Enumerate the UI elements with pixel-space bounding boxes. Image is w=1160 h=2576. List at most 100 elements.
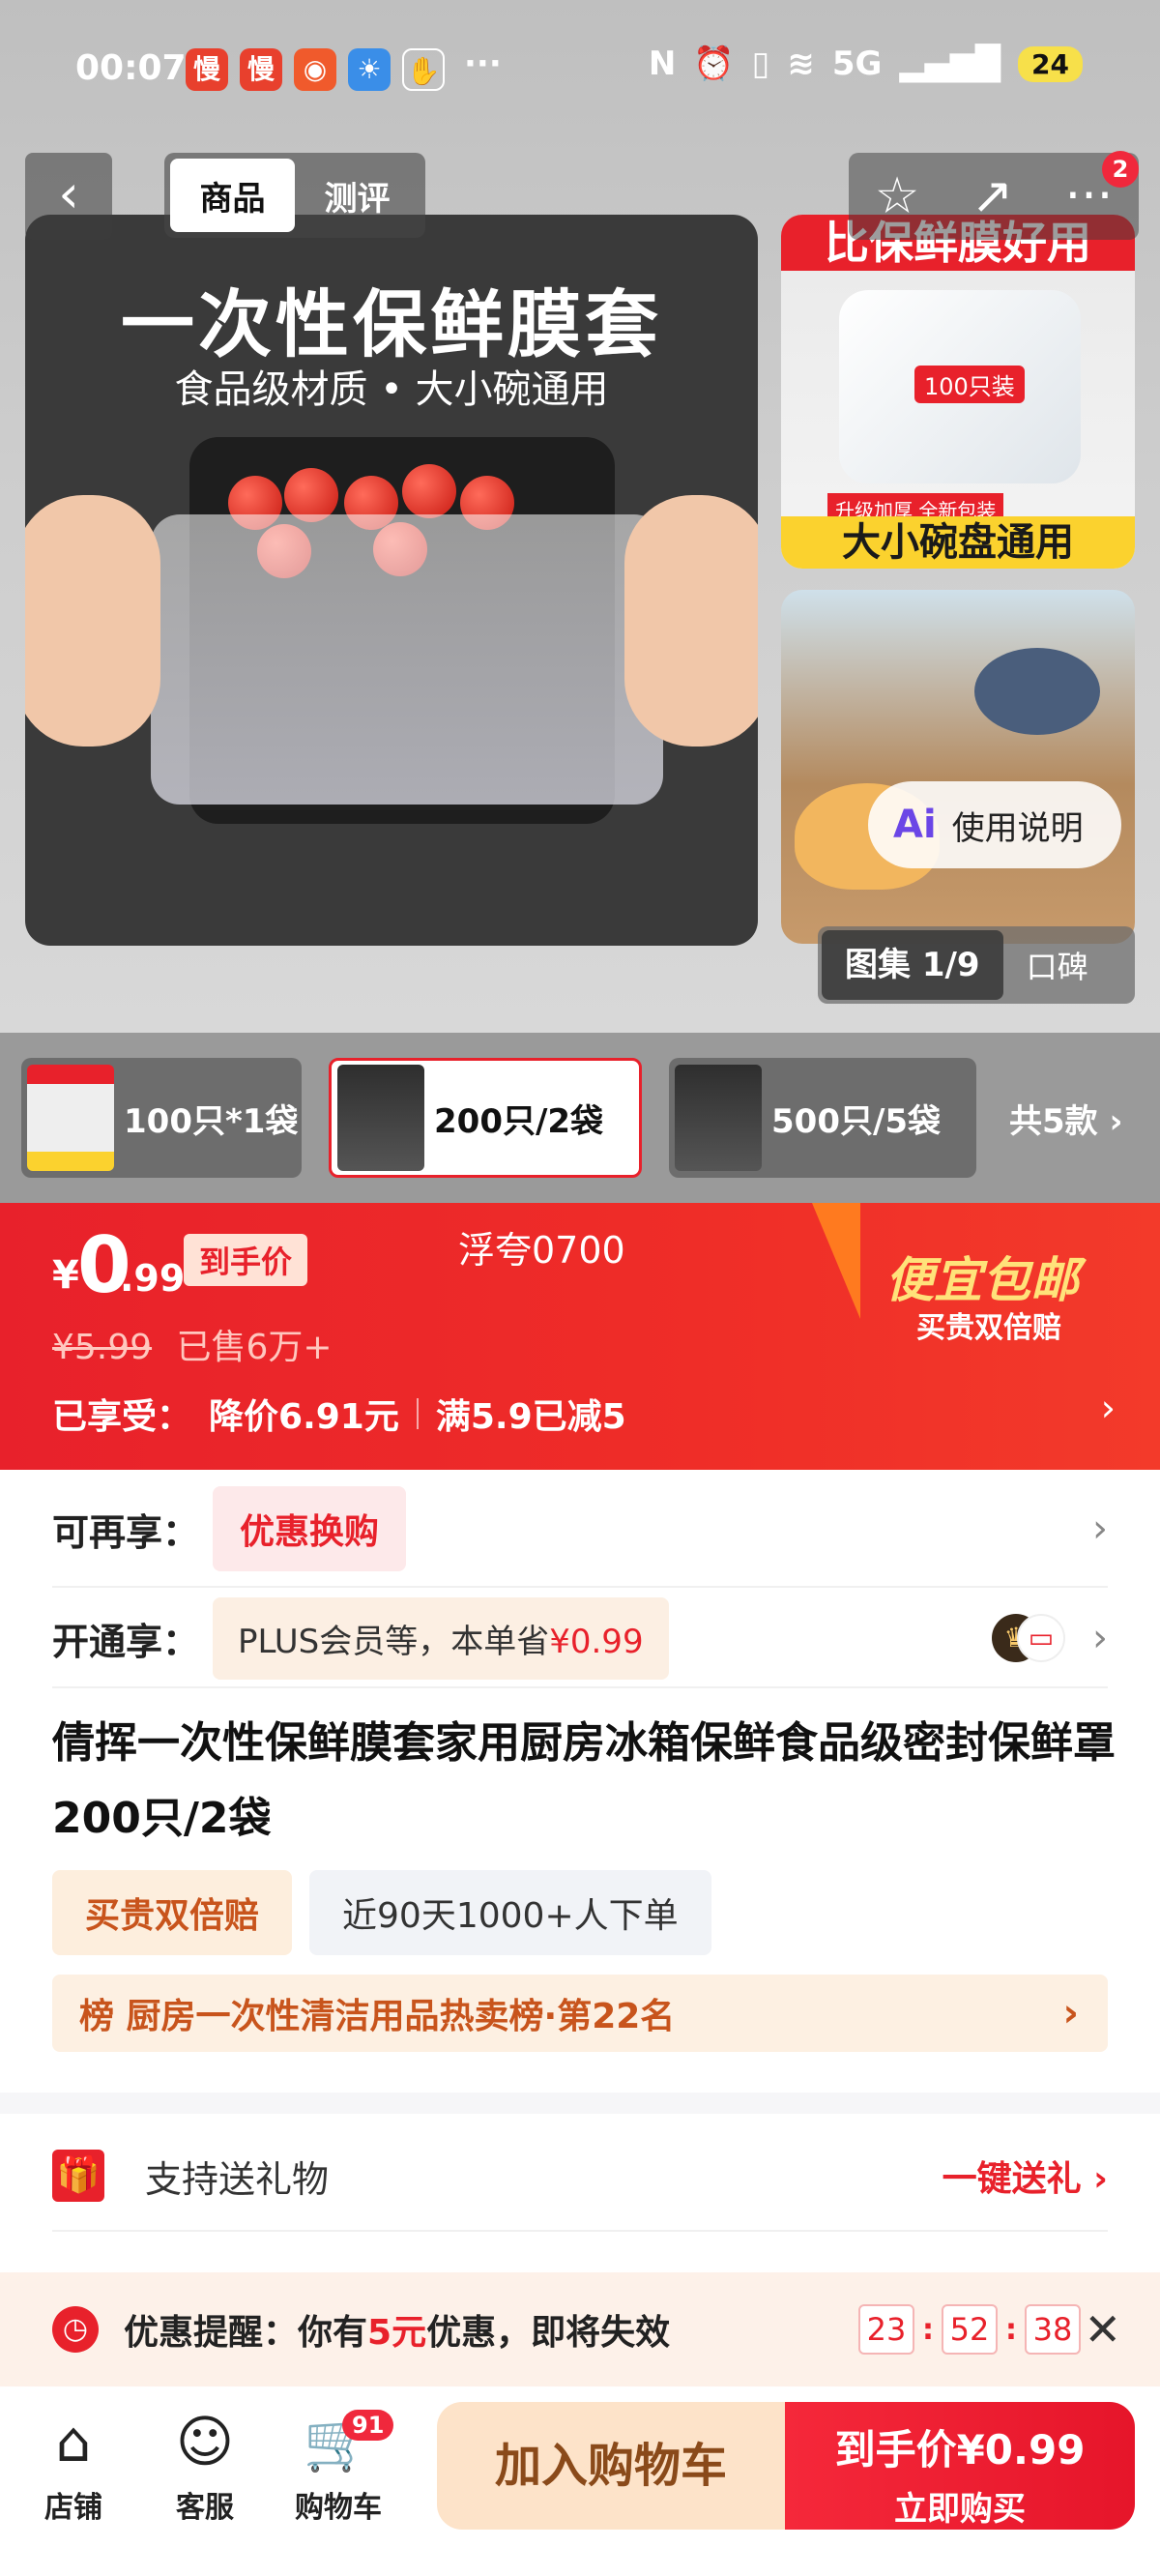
variant-thumbnail — [337, 1065, 424, 1171]
back-button[interactable]: ‹ — [25, 153, 112, 240]
reminder-suffix: 优惠，即将失效 — [426, 2313, 671, 2353]
timer-minutes: 52 — [942, 2304, 998, 2355]
tab-review[interactable]: 测评 — [295, 159, 420, 232]
extra-offer-row[interactable]: 可再享： 优惠换购 › — [52, 1485, 1108, 1572]
usage-guide-label: 使用说明 — [951, 808, 1084, 848]
chevron-right-icon: › — [1092, 1507, 1108, 1551]
app-notification-icon: 慢 — [240, 48, 282, 91]
notification-badge: 2 — [1102, 151, 1139, 188]
header-tabs: 商品 测评 — [164, 153, 425, 238]
store-icon: ⌂ — [55, 2409, 92, 2474]
status-bar: 00:07 慢 慢 ◉ ☀ ✋ ··· N ⏰ ▯ ≋ 5G ▂▄▆█ 24 — [0, 39, 1160, 106]
free-shipping-badge[interactable]: 便宜包邮 买贵双倍赔 — [812, 1203, 1160, 1358]
add-to-cart-button[interactable]: 加入购物车 — [437, 2402, 785, 2530]
close-icon[interactable]: ✕ — [1084, 2303, 1121, 2356]
hand-illustration — [624, 495, 758, 746]
all-variants-label: 共5款 — [1009, 1101, 1098, 1141]
clock-icon: ◷ — [52, 2306, 99, 2353]
bowl-illustration — [974, 648, 1100, 735]
customer-service-button[interactable]: ☺ 客服 — [147, 2408, 263, 2526]
send-gift-link[interactable]: 一键送礼 › — [942, 2151, 1108, 2201]
timer-separator: : — [1005, 2312, 1017, 2347]
chevron-right-icon: › — [1092, 1616, 1108, 1660]
favorite-star-icon[interactable]: ☆ — [875, 167, 920, 225]
service-smile-icon: ☺ — [175, 2409, 235, 2474]
wifi-icon: ≋ — [787, 44, 815, 83]
hand-illustration — [25, 495, 160, 746]
service-label: 客服 — [176, 2491, 234, 2525]
timer-seconds: 38 — [1025, 2304, 1081, 2355]
discount-coupon: 满5.9已减5 — [435, 1397, 626, 1437]
variant-option[interactable]: 500只/5袋 — [669, 1058, 976, 1178]
share-icon[interactable]: ↗ — [972, 167, 1014, 225]
header-actions: ☆ ↗ ··· — [849, 153, 1139, 240]
vibrate-icon: ▯ — [751, 44, 770, 83]
chevron-right-icon: › — [1100, 1387, 1116, 1429]
applied-discounts: 已享受： 降价6.91元 满5.9已减5 — [52, 1389, 626, 1439]
coupon-reminder-bar[interactable]: ◷ 优惠提醒：你有5元优惠，即将失效 23 : 52 : 38 ✕ — [0, 2272, 1160, 2386]
review-tab[interactable]: 口碑 — [1027, 943, 1088, 987]
plus-offer-amount: ¥0.99 — [549, 1622, 644, 1661]
original-price-row: ¥5.99 已售6万+ — [52, 1319, 333, 1369]
product-gallery[interactable]: 00:07 慢 慢 ◉ ☀ ✋ ··· N ⏰ ▯ ≋ 5G ▂▄▆█ 24 一… — [0, 0, 1160, 1033]
gallery-switcher[interactable]: 图集 1/9 口碑 — [818, 926, 1135, 1004]
status-indicators: N ⏰ ▯ ≋ 5G ▂▄▆█ 24 — [649, 44, 1083, 83]
plus-offer-pill[interactable]: PLUS会员等，本单省¥0.99 — [213, 1596, 669, 1680]
gallery-counter[interactable]: 图集 1/9 — [822, 930, 1003, 1000]
film-illustration — [151, 514, 663, 805]
trade-up-pill[interactable]: 优惠换购 — [213, 1486, 407, 1571]
timer-hours: 23 — [858, 2304, 914, 2355]
reminder-text: 优惠提醒：你有5元优惠，即将失效 — [124, 2304, 670, 2355]
variant-option-selected[interactable]: 200只/2袋 — [329, 1058, 642, 1178]
section-divider — [0, 2093, 1160, 2114]
variant-thumbnail — [675, 1065, 762, 1171]
all-variants-link[interactable]: 共5款 › — [1009, 1095, 1123, 1142]
gallery-thumbnail-1[interactable]: 比保鲜膜好用 100只装 升级加厚 全新包装 大小碗盘通用 — [781, 215, 1135, 569]
cart-button[interactable]: 🛒 91 购物车 — [280, 2408, 396, 2526]
variant-option[interactable]: 100只*1袋 — [21, 1058, 302, 1178]
product-tags: 买贵双倍赔 近90天1000+人下单 — [52, 1870, 711, 1955]
membership-row[interactable]: 开通享： PLUS会员等，本单省¥0.99 ♛ ▭ › — [52, 1590, 1108, 1686]
sold-count: 已售6万+ — [176, 1328, 333, 1367]
variant-label: 100只*1袋 — [124, 1101, 299, 1141]
order-volume-tag: 近90天1000+人下单 — [309, 1870, 711, 1955]
buy-now-button[interactable]: 到手价¥0.99 立即购买 — [785, 2402, 1135, 2530]
price-guarantee-tag[interactable]: 买贵双倍赔 — [52, 1870, 293, 1955]
main-product-image[interactable]: 一次性保鲜膜套 食品级材质 • 大小碗通用 — [25, 215, 758, 946]
app-notification-icon: 慢 — [186, 48, 228, 91]
buy-now-price: 到手价¥0.99 — [834, 2426, 1086, 2474]
store-button[interactable]: ⌂ 店铺 — [15, 2408, 131, 2526]
plus-offer-text: PLUS会员等，本单省 — [238, 1622, 550, 1661]
divider — [52, 1686, 1108, 1688]
thumb-count-badge: 100只装 — [914, 366, 1025, 403]
image-subheadline: 食品级材质 • 大小碗通用 — [174, 367, 609, 412]
reminder-amount: 5元 — [367, 2313, 427, 2353]
usage-guide-button[interactable]: Ai 使用说明 — [868, 781, 1121, 868]
weather-icon: ☀ — [348, 48, 391, 91]
divider — [52, 2230, 1108, 2232]
timer-separator: : — [922, 2312, 934, 2347]
shipping-subtitle: 买贵双倍赔 — [916, 1311, 1061, 1345]
variant-thumbnail — [27, 1065, 114, 1171]
lightning-icon — [812, 1203, 860, 1319]
ai-icon: Ai — [893, 803, 937, 847]
gesture-icon: ✋ — [402, 48, 445, 91]
bestseller-rank-row[interactable]: 榜 厨房一次性清洁用品热卖榜·第22名 › — [52, 1975, 1108, 2052]
membership-label: 开通享： — [52, 1620, 200, 1663]
tab-product[interactable]: 商品 — [170, 159, 295, 232]
final-price-tag: 到手价 — [184, 1234, 308, 1286]
extra-offer-label: 可再享： — [52, 1510, 200, 1554]
cart-count-badge: 91 — [342, 2410, 394, 2441]
send-gift-label: 一键送礼 — [942, 2159, 1082, 2199]
price-banner[interactable]: ¥ 0 .99 到手价 浮夸0700 ¥5.99 已售6万+ 便宜包邮 买贵双倍… — [0, 1203, 1160, 1470]
gallery-thumbnail-2[interactable] — [781, 590, 1135, 944]
original-price: ¥5.99 — [52, 1328, 153, 1367]
bottom-action-bar: ⌂ 店铺 ☺ 客服 🛒 91 购物车 加入购物车 到手价¥0.99 立即购买 — [0, 2386, 1160, 2576]
chevron-right-icon: › — [1062, 1991, 1079, 2035]
price-decimal: .99 — [120, 1257, 186, 1300]
thumb-footer: 大小碗盘通用 — [781, 516, 1135, 569]
product-title: 倩挥一次性保鲜膜套家用厨房冰箱保鲜食品级密封保鲜罩 200只/2袋 — [52, 1718, 1116, 1843]
gift-row[interactable]: 🎁 支持送礼物 一键送礼 › — [52, 2127, 1108, 2224]
wallet-icon: ▭ — [1017, 1614, 1065, 1662]
tomato-illustration — [402, 464, 456, 518]
